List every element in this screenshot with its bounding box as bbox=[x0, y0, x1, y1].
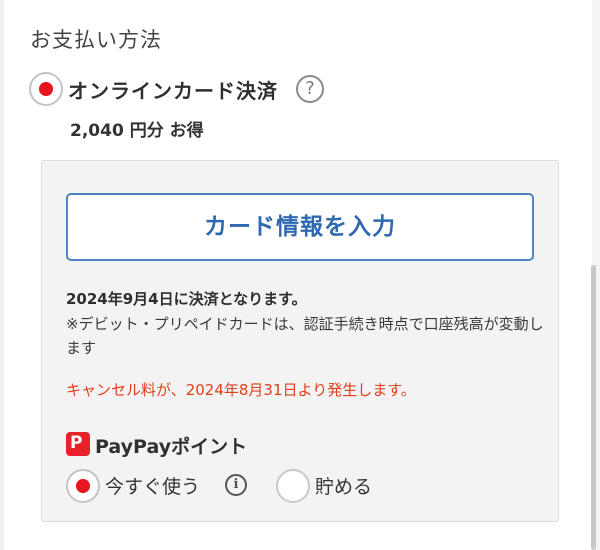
section-title: お支払い方法 bbox=[30, 28, 162, 52]
left-edge bbox=[0, 0, 4, 550]
use-now-radio[interactable] bbox=[66, 469, 100, 503]
cancellation-fee-note: キャンセル料が、2024年8月31日より発生します。 bbox=[66, 381, 416, 399]
help-icon[interactable]: ? bbox=[296, 75, 324, 103]
enter-card-info-button[interactable]: カード情報を入力 bbox=[66, 193, 534, 261]
save-points-radio[interactable] bbox=[276, 469, 310, 503]
discount-text: 2,040 円分 お得 bbox=[70, 121, 204, 141]
use-now-label[interactable]: 今すぐ使う bbox=[105, 472, 200, 499]
paypay-points-label: PayPayポイント bbox=[95, 436, 248, 458]
payment-section: お支払い方法 オンラインカード決済 ? 2,040 円分 お得 カード情報を入力… bbox=[0, 0, 600, 550]
paypay-logo-icon: P bbox=[66, 432, 90, 456]
online-card-label[interactable]: オンラインカード決済 bbox=[68, 75, 278, 104]
debit-card-note: ※デビット・プリペイドカードは、認証手続き時点で口座残高が変動します bbox=[66, 315, 544, 357]
info-icon[interactable]: i bbox=[225, 474, 247, 496]
save-points-label[interactable]: 貯める bbox=[315, 472, 372, 499]
scrollbar-thumb[interactable] bbox=[591, 265, 596, 550]
paypay-logo-letter: P bbox=[70, 433, 83, 453]
online-card-radio[interactable] bbox=[29, 72, 63, 106]
settlement-date-note: 2024年9月4日に決済となります。 bbox=[66, 290, 307, 308]
